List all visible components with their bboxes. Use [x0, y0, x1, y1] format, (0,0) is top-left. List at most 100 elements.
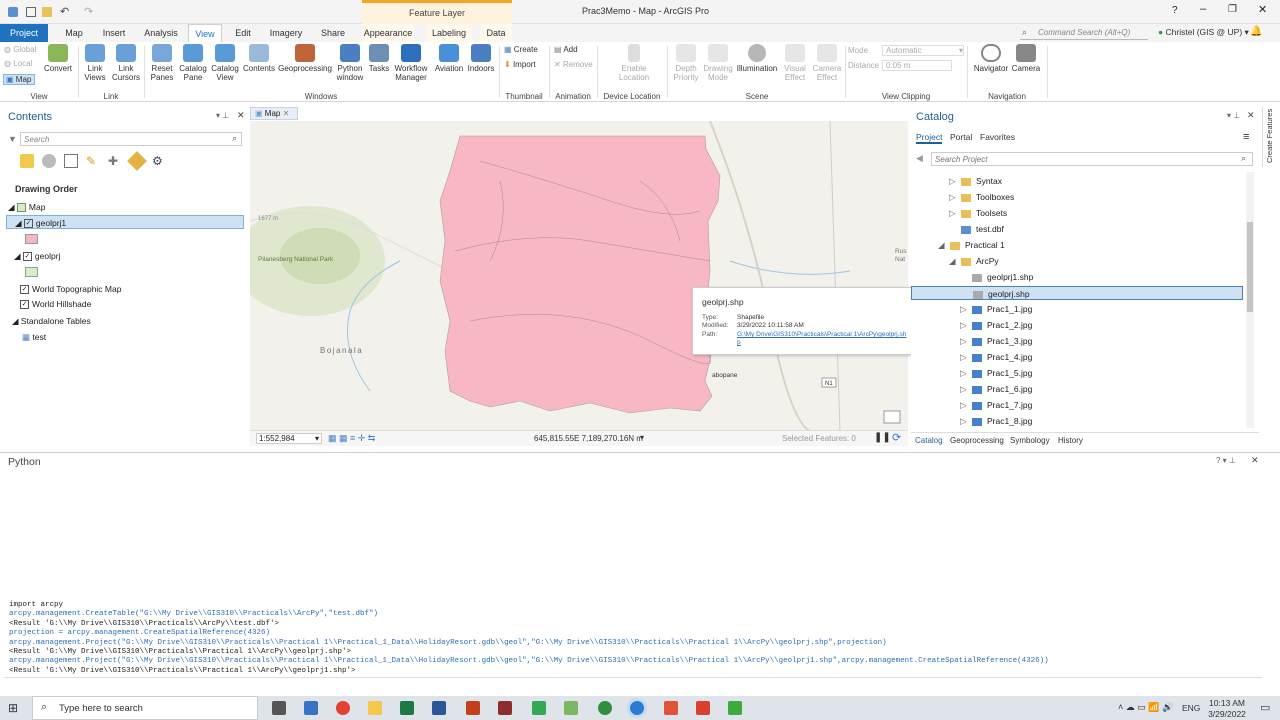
- local-button[interactable]: ◍ Local: [4, 59, 32, 68]
- tab-insert[interactable]: Insert: [96, 24, 132, 42]
- expand-arrow-icon[interactable]: ▷: [949, 174, 961, 188]
- tab-project[interactable]: Project: [0, 24, 48, 42]
- table-test[interactable]: ▦ test: [22, 330, 46, 344]
- map-tab-close-icon[interactable]: ✕: [280, 109, 290, 118]
- contents-close-button[interactable]: ✕: [237, 110, 245, 121]
- map-node[interactable]: ◢ Map: [8, 200, 45, 214]
- app-icon-3[interactable]: [664, 701, 678, 715]
- tab-imagery[interactable]: Imagery: [266, 24, 306, 42]
- thumbnail-import-button[interactable]: ⬇ Import: [504, 60, 536, 69]
- catalog-options-icon[interactable]: ▾ ⊥: [1227, 111, 1240, 120]
- layer-geolprj-checkbox[interactable]: ✓: [22, 252, 32, 262]
- catalog-pane-button[interactable]: Catalog Pane: [178, 44, 208, 82]
- language-indicator[interactable]: ENG: [1182, 703, 1200, 713]
- python-options-icon[interactable]: ? ▾ ⊥: [1216, 456, 1236, 465]
- list-by-editing-icon[interactable]: ✎: [86, 154, 96, 168]
- tab-labeling[interactable]: Labeling: [426, 24, 472, 42]
- catalog-search-input[interactable]: Search Project ⌕: [931, 152, 1253, 166]
- redo-icon[interactable]: ↷: [84, 5, 93, 18]
- powerpoint-icon[interactable]: [466, 701, 480, 715]
- layer-geolprj[interactable]: ◢ ✓ geolprj: [14, 249, 60, 263]
- tab-appearance[interactable]: Appearance: [362, 24, 414, 42]
- app-icon-5[interactable]: [728, 701, 742, 715]
- pane-options-icon[interactable]: ▾ ⊥: [216, 111, 229, 120]
- reset-panes-button[interactable]: Reset Panes: [146, 44, 178, 82]
- aviation-button[interactable]: Aviation: [432, 44, 466, 73]
- catalog-item[interactable]: ▷ Prac1_8.jpg: [911, 414, 1243, 428]
- thumbnail-create-button[interactable]: ▦ Create: [504, 45, 538, 54]
- arcgis-pro-icon[interactable]: [630, 701, 644, 715]
- catalog-item[interactable]: geolprj1.shp: [911, 270, 1243, 284]
- calculator-icon[interactable]: [304, 701, 318, 715]
- expand-arrow-icon[interactable]: ◢: [938, 238, 950, 252]
- expand-arrow-icon[interactable]: ▷: [960, 366, 972, 380]
- map-view[interactable]: Pilanesberg National Park Bojanala 1677 …: [250, 121, 908, 431]
- catalog-item[interactable]: test.dbf: [911, 222, 1243, 236]
- file-explorer-icon[interactable]: [368, 701, 382, 715]
- contents-button[interactable]: Contents: [242, 44, 276, 73]
- catalog-item[interactable]: ▷ Prac1_4.jpg: [911, 350, 1243, 364]
- layer-world-hillshade[interactable]: ✓ World Hillshade: [20, 297, 91, 311]
- python-window-button[interactable]: Python window: [334, 44, 366, 82]
- task-view-icon[interactable]: [272, 701, 286, 715]
- tab-view[interactable]: View: [188, 24, 222, 42]
- list-by-snapping-icon[interactable]: ✚: [108, 154, 118, 168]
- map-view-button[interactable]: ▣ Map: [3, 74, 35, 85]
- tab-share[interactable]: Share: [316, 24, 350, 42]
- create-features-side-tab[interactable]: Create Features: [1262, 107, 1278, 167]
- tasks-button[interactable]: Tasks: [367, 44, 391, 73]
- open-icon[interactable]: [42, 7, 52, 17]
- camera-effect-button[interactable]: Camera Effect: [810, 44, 844, 82]
- layer-geolprj1-checkbox[interactable]: ✓: [23, 219, 33, 229]
- expand-arrow-icon[interactable]: ◢: [949, 254, 961, 268]
- catalog-tab-portal[interactable]: Portal: [950, 132, 972, 142]
- geoprocessing-button[interactable]: Geoprocessing: [278, 44, 332, 73]
- expand-arrow-icon[interactable]: ▷: [960, 398, 972, 412]
- layer-geolprj1-symbol[interactable]: [25, 234, 38, 244]
- excel-icon[interactable]: [400, 701, 414, 715]
- visual-effect-button[interactable]: Visual Effect: [780, 44, 810, 82]
- clock-time[interactable]: 10:13 AM: [1207, 698, 1247, 708]
- expand-arrow-icon[interactable]: ▷: [960, 382, 972, 396]
- workflow-manager-button[interactable]: Workflow Manager: [392, 44, 430, 82]
- bottom-tab-catalog[interactable]: Catalog: [915, 436, 943, 445]
- list-by-labeling-icon[interactable]: [127, 151, 147, 171]
- list-by-drawing-order-icon[interactable]: [20, 154, 34, 168]
- bottom-tab-geoprocessing[interactable]: Geoprocessing: [950, 436, 1004, 445]
- catalog-item[interactable]: ▷ Toolboxes: [911, 190, 1243, 204]
- hillshade-checkbox[interactable]: ✓: [20, 300, 29, 310]
- catalog-close-button[interactable]: ✕: [1247, 110, 1255, 121]
- help-icon[interactable]: ?: [1172, 5, 1178, 16]
- python-input-line[interactable]: [4, 677, 1262, 689]
- app-icon-1[interactable]: [498, 701, 512, 715]
- layer-world-topographic[interactable]: ✓ World Topographic Map: [20, 282, 121, 296]
- catalog-item[interactable]: ◢ Practical 1: [911, 238, 1243, 252]
- catalog-item[interactable]: ▷ Prac1_6.jpg: [911, 382, 1243, 396]
- coordinate-format-dropdown[interactable]: ▾: [640, 433, 644, 442]
- catalog-item[interactable]: ▷ Prac1_7.jpg: [911, 398, 1243, 412]
- list-by-perspective-icon[interactable]: ⚙: [152, 154, 163, 168]
- link-views-button[interactable]: Link Views: [80, 44, 110, 82]
- catalog-item[interactable]: ▷ Prac1_1.jpg: [911, 302, 1243, 316]
- enable-location-button[interactable]: Enable Location: [612, 44, 656, 82]
- animation-remove-button[interactable]: ✕ Remove: [554, 60, 593, 69]
- scale-select[interactable]: 1:552,984 ▾: [256, 433, 322, 444]
- back-icon[interactable]: ◀: [916, 153, 923, 164]
- windows-start-icon[interactable]: ⊞: [8, 701, 18, 715]
- tab-map[interactable]: Map: [56, 24, 92, 42]
- catalog-item[interactable]: ▷ Prac1_3.jpg: [911, 334, 1243, 348]
- tooltip-path-link[interactable]: G:\My Drive\GIS310\Practicals\Practical …: [737, 331, 907, 347]
- filter-icon[interactable]: ▼: [8, 134, 17, 144]
- catalog-scrollbar-thumb[interactable]: [1247, 222, 1253, 312]
- layer-geolprj1[interactable]: ◢ ✓ geolprj1: [6, 215, 244, 229]
- command-search[interactable]: ⌕ Command Search (Alt+Q): [1020, 26, 1148, 40]
- camera-button[interactable]: Camera: [1010, 44, 1042, 73]
- catalog-menu-icon[interactable]: ≡: [1243, 131, 1249, 143]
- catalog-item[interactable]: ▷ Prac1_5.jpg: [911, 366, 1243, 380]
- depth-priority-button[interactable]: Depth Priority: [670, 44, 702, 82]
- contents-search-input[interactable]: Search ⌕: [20, 132, 242, 146]
- qgis-icon[interactable]: [598, 701, 612, 715]
- undo-icon[interactable]: ↶: [60, 5, 69, 18]
- expand-arrow-icon[interactable]: ▷: [949, 190, 961, 204]
- expand-arrow-icon[interactable]: ▷: [960, 318, 972, 332]
